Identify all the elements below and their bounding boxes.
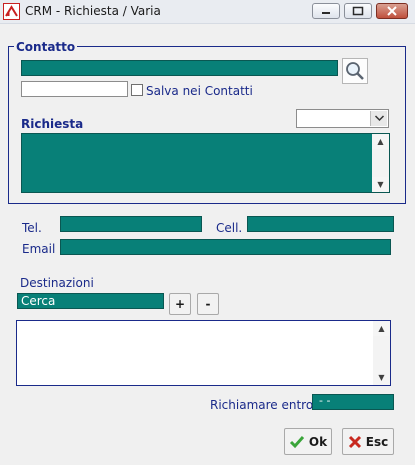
tel-label: Tel. xyxy=(22,221,42,235)
scroll-up-icon[interactable]: ▲ xyxy=(373,321,390,336)
esc-label: Esc xyxy=(365,434,389,449)
window-title: CRM - Richiesta / Varia xyxy=(25,4,161,18)
search-contact-button[interactable] xyxy=(342,58,368,84)
email-field[interactable] xyxy=(60,239,391,255)
checkmark-icon xyxy=(289,435,305,448)
minimize-button[interactable] xyxy=(312,3,340,19)
scroll-down-icon[interactable]: ▼ xyxy=(372,177,389,192)
esc-button[interactable]: Esc xyxy=(342,428,394,455)
cell-field[interactable] xyxy=(247,216,394,232)
dropdown-arrow-button[interactable] xyxy=(370,111,387,126)
richiesta-label: Richiesta xyxy=(21,117,84,131)
remove-destinazione-button[interactable]: - xyxy=(197,293,219,315)
destinazioni-list[interactable]: ▲ ▼ xyxy=(16,320,391,386)
app-logo-icon xyxy=(3,3,20,20)
contact-name-field[interactable] xyxy=(21,60,338,76)
ok-label: Ok xyxy=(308,434,328,449)
maximize-button[interactable] xyxy=(344,3,372,19)
scroll-up-icon[interactable]: ▲ xyxy=(372,134,389,149)
cell-label: Cell. xyxy=(216,221,243,235)
chevron-down-icon xyxy=(374,115,385,122)
richiesta-scrollbar[interactable]: ▲ ▼ xyxy=(372,134,389,192)
add-destinazione-button[interactable]: + xyxy=(169,293,191,315)
destinazioni-scrollbar[interactable]: ▲ ▼ xyxy=(373,321,390,385)
close-window-button[interactable] xyxy=(376,3,408,19)
ok-button[interactable]: Ok xyxy=(284,428,332,455)
richiesta-text-area[interactable]: ▲ ▼ xyxy=(21,133,390,193)
minimize-icon xyxy=(322,12,330,14)
richiamare-label: Richiamare entro: xyxy=(210,398,318,412)
close-icon xyxy=(387,6,397,16)
contact-secondary-field[interactable] xyxy=(21,81,128,97)
cross-icon xyxy=(348,435,361,448)
destinazioni-search-field[interactable]: Cerca xyxy=(17,293,164,309)
email-label: Email xyxy=(22,242,56,256)
destinazioni-label: Destinazioni xyxy=(20,276,94,290)
scroll-down-icon[interactable]: ▼ xyxy=(373,370,390,385)
save-contact-checkbox[interactable] xyxy=(131,84,143,96)
tel-field[interactable] xyxy=(60,216,202,232)
richiesta-type-dropdown[interactable] xyxy=(296,109,389,128)
richiamare-date-field[interactable]: - - xyxy=(312,394,394,410)
contatto-group-label: Contatto xyxy=(14,40,78,54)
magnifier-icon xyxy=(346,62,364,80)
save-contact-label: Salva nei Contatti xyxy=(146,84,253,98)
maximize-icon xyxy=(352,6,364,16)
